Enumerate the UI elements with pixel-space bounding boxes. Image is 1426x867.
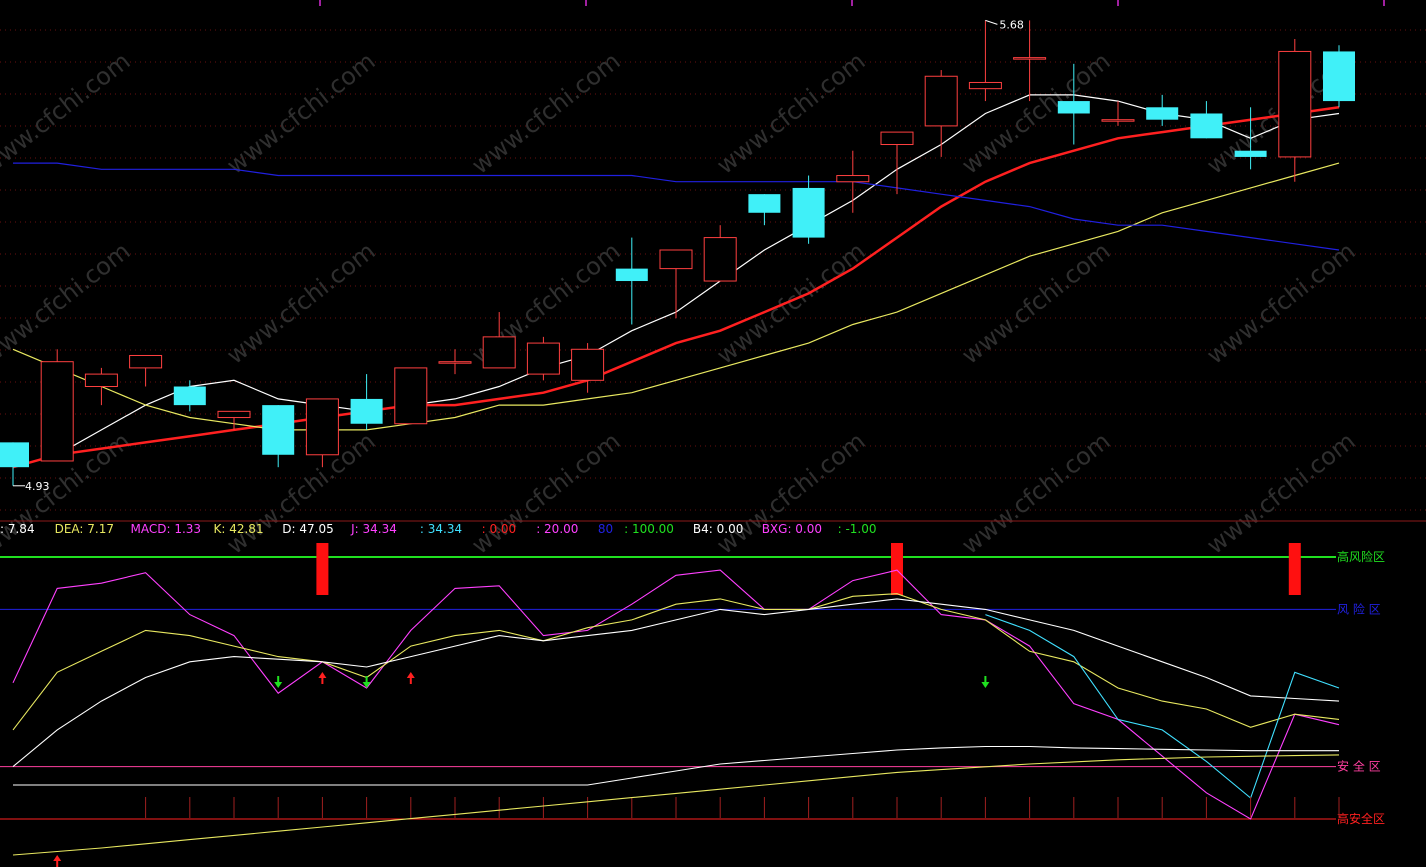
bottom-line	[13, 745, 1339, 786]
legend-item: : 0.00	[482, 522, 517, 536]
candle-body-down	[1057, 101, 1090, 114]
legend-item: 80	[598, 522, 613, 536]
candle-body-up	[526, 342, 560, 375]
candle-body-up	[1278, 50, 1312, 158]
watermark-text: www.cfchi.com	[711, 47, 870, 180]
watermark-text: www.cfchi.com	[466, 47, 625, 180]
candle-body-down	[1146, 107, 1179, 120]
stock-chart: www.cfchi.com www.cfchi.com www.cfchi.com w…	[0, 0, 1426, 867]
candle-body-up	[880, 131, 914, 146]
candle-body-up	[482, 336, 516, 369]
high-price-label: 5.68	[999, 18, 1024, 31]
legend-item: : 34.34	[420, 522, 462, 536]
signal-bar	[1288, 543, 1301, 595]
zone-label: 高安全区	[1337, 811, 1385, 826]
watermark-text: www.cfchi.com	[0, 47, 135, 180]
candle-body-up	[129, 354, 163, 369]
legend-item: K: 42.81	[214, 522, 264, 536]
zone-label: 安 全 区	[1337, 759, 1381, 774]
candle-body-down	[173, 386, 206, 406]
candle-body-down	[350, 398, 383, 424]
candle-body-down	[1190, 113, 1223, 139]
legend-item: : 100.00	[624, 522, 674, 536]
candle-body-down	[615, 268, 648, 282]
legend-item: BXG: 0.00	[762, 522, 822, 536]
legend-item: J: 34.34	[350, 522, 397, 536]
candle-body-up	[40, 361, 74, 462]
candle-body-down	[792, 187, 825, 238]
candlestick-series	[0, 20, 1355, 486]
watermark-text: www.cfchi.com	[711, 427, 870, 560]
down-arrow-icon	[274, 676, 283, 688]
up-arrow-icon	[406, 672, 415, 684]
low-price-label: 4.93	[25, 480, 50, 493]
signal-arrows	[53, 672, 990, 867]
zone-label: 高风险区	[1337, 549, 1385, 564]
candle-body-up	[836, 175, 870, 183]
legend-item: : -1.00	[838, 522, 877, 536]
candle-body-up	[571, 348, 605, 381]
watermark-text: www.cfchi.com	[466, 427, 625, 560]
zone-label: 风 险 区	[1337, 601, 1381, 616]
legend-item: : 7.84	[0, 522, 35, 536]
candle-body-up	[659, 249, 693, 270]
candle-body-up	[305, 398, 339, 456]
up-arrow-icon	[53, 855, 62, 867]
signal-bars	[316, 543, 1301, 595]
candle-body-up	[1101, 119, 1135, 122]
signal-bar	[316, 543, 329, 595]
legend-item: MACD: 1.33	[131, 522, 202, 536]
indicator-line	[12, 598, 1340, 768]
legend-item: D: 47.05	[282, 522, 333, 536]
signal-bar	[891, 543, 903, 595]
candle-body-up	[438, 361, 472, 364]
watermark-text: www.cfchi.com	[956, 427, 1115, 560]
legend-item: : 20.00	[536, 522, 578, 536]
watermark-text: www.cfchi.com	[221, 427, 380, 560]
watermark-layer: www.cfchi.com www.cfchi.com www.cfchi.com w…	[0, 47, 1360, 560]
candle-body-down	[1323, 51, 1355, 102]
legend-item: DEA: 7.17	[55, 522, 114, 536]
candle-body-up	[217, 410, 251, 419]
legend-item: B4: 0.00	[693, 522, 743, 536]
indicator-line	[985, 614, 1340, 799]
bottom-lines	[12, 745, 1340, 856]
candle-body-up	[394, 367, 428, 425]
candle-body-up	[703, 237, 737, 282]
candle-body-down	[748, 194, 781, 213]
watermark-text: www.cfchi.com	[1201, 427, 1360, 560]
candle-body-up	[924, 75, 958, 127]
high-pointer	[985, 19, 998, 25]
ma-line	[13, 162, 1340, 251]
candle-body-down	[262, 405, 295, 455]
indicator-line	[12, 593, 1340, 731]
candle-body-down	[1234, 150, 1267, 157]
watermark-text: www.cfchi.com	[956, 47, 1115, 180]
down-arrow-icon	[981, 676, 990, 688]
candle-body-up	[968, 81, 1002, 90]
candle-body-down	[0, 442, 29, 468]
candle-body-up	[84, 373, 118, 388]
watermark-text: www.cfchi.com	[221, 47, 380, 180]
candle-body-up	[1013, 57, 1047, 60]
indicator-lines	[12, 569, 1340, 820]
up-arrow-icon	[318, 672, 327, 684]
